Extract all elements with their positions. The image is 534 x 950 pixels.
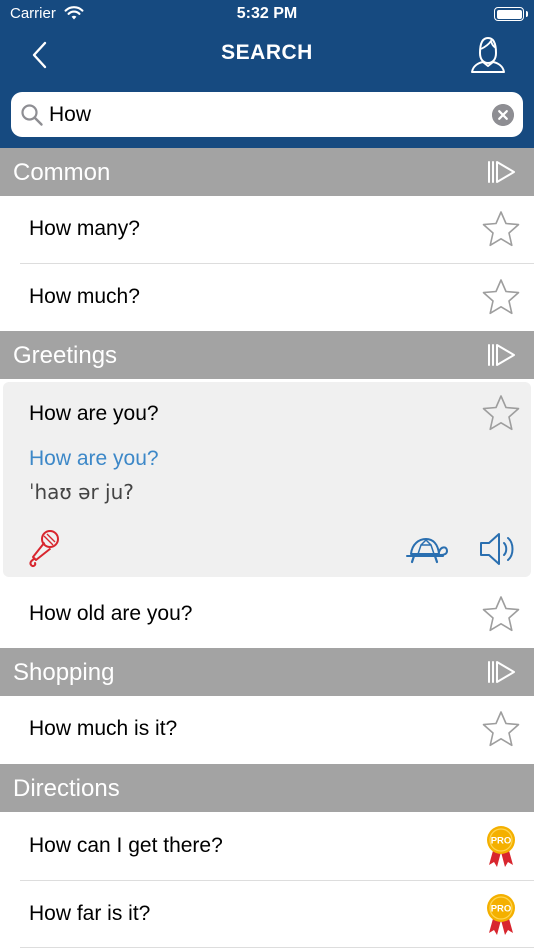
star-icon[interactable]	[481, 594, 521, 634]
list-item[interactable]: How old are you?	[0, 581, 534, 648]
section-title: Greetings	[13, 342, 118, 369]
section-header-common: Common	[0, 148, 534, 196]
list-item[interactable]: How far is it? PRO	[0, 881, 534, 948]
search-input[interactable]	[49, 98, 479, 131]
pro-badge-icon: PRO	[487, 894, 515, 935]
star-icon[interactable]	[481, 277, 521, 317]
svg-text:PRO: PRO	[491, 836, 512, 847]
phrase-text: How much is it?	[29, 717, 178, 740]
page-title: SEARCH	[221, 41, 313, 64]
speaker-icon[interactable]	[477, 530, 517, 568]
pronunciation-text: ˈhaʊ ər ju?	[29, 480, 134, 504]
section-header-shopping: Shopping	[0, 648, 534, 696]
section-header-greetings: Greetings	[0, 331, 534, 379]
section-title: Directions	[13, 775, 120, 802]
section-header-directions: Directions	[0, 764, 534, 812]
expanded-phrase-card[interactable]: How are you? How are you? ˈhaʊ ər ju?	[3, 382, 531, 577]
list-item[interactable]: How many?	[0, 196, 534, 263]
phrase-text: How are you?	[29, 402, 159, 425]
list-item[interactable]: How much is it?	[0, 696, 534, 763]
section-title: Shopping	[13, 659, 115, 686]
star-icon[interactable]	[481, 393, 521, 433]
phrase-text: How far is it?	[29, 902, 151, 925]
translation-text: How are you?	[29, 447, 159, 470]
user-icon[interactable]	[468, 34, 508, 74]
star-icon[interactable]	[481, 209, 521, 249]
status-time: 5:32 PM	[236, 5, 298, 22]
phrase-text: How much?	[29, 285, 140, 308]
pro-badge-icon: PRO	[487, 826, 515, 867]
microphone-icon[interactable]	[25, 528, 61, 568]
nav-header: Carrier 5:32 PM SEARCH	[0, 0, 534, 148]
list-item[interactable]: How can I get there? PRO	[0, 813, 534, 880]
play-all-icon[interactable]	[487, 342, 517, 368]
clear-icon[interactable]	[492, 104, 514, 126]
section-title: Common	[13, 159, 111, 186]
phrase-text: How can I get there?	[29, 834, 223, 857]
phrase-text: How old are you?	[29, 602, 193, 625]
list-item[interactable]: How much?	[0, 264, 534, 331]
play-all-icon[interactable]	[487, 659, 517, 685]
chevron-left-icon[interactable]	[26, 38, 56, 72]
phrase-text: How many?	[29, 217, 140, 240]
svg-text:PRO: PRO	[491, 904, 512, 915]
row-divider	[20, 947, 534, 948]
turtle-icon[interactable]	[405, 532, 449, 566]
star-icon[interactable]	[481, 709, 521, 749]
search-bar	[11, 92, 523, 137]
search-icon	[21, 104, 43, 126]
play-all-icon[interactable]	[487, 159, 517, 185]
status-bar: Carrier 5:32 PM	[0, 0, 534, 28]
battery-icon	[494, 7, 528, 21]
